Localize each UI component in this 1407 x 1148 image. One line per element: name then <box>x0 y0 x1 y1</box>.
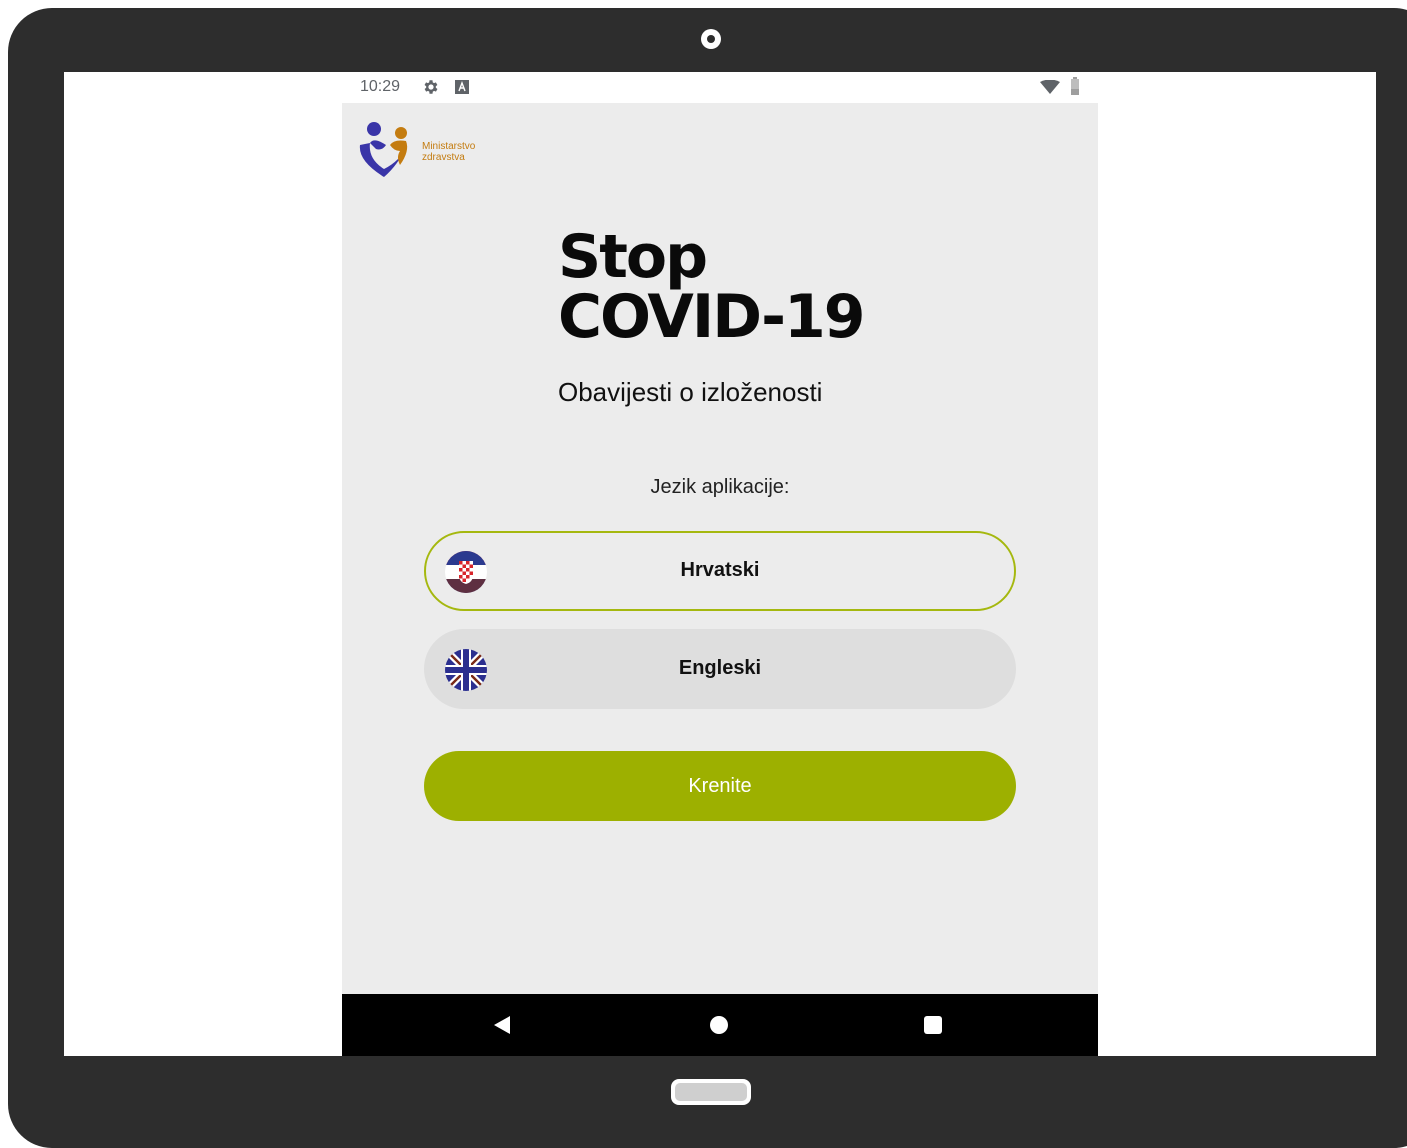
ministry-logo-icon <box>359 122 408 177</box>
app-title: Stop COVID-19 <box>558 222 866 352</box>
ministry-name-line1: Ministarstvo <box>422 141 476 152</box>
app-subtitle: Obavijesti o izloženosti <box>558 377 823 407</box>
camera-icon <box>701 29 721 49</box>
status-bar: 10:29 <box>342 72 1098 102</box>
recents-icon[interactable] <box>924 1016 942 1034</box>
language-option-hrvatski[interactable]: Hrvatski <box>424 531 1016 611</box>
settings-gear-icon <box>424 80 438 94</box>
ministry-name-line2: zdravstva <box>422 152 465 163</box>
home-icon[interactable] <box>710 1016 728 1034</box>
status-time: 10:29 <box>360 78 401 95</box>
battery-icon <box>1071 77 1079 95</box>
language-option-engleski[interactable]: Engleski <box>424 629 1016 709</box>
language-label: Jezik aplikacije: <box>650 476 790 498</box>
start-button[interactable]: Krenite <box>424 751 1016 821</box>
app-title-line1: Stop <box>558 222 708 292</box>
app-title-line2: COVID-19 <box>558 282 866 352</box>
language-option-label: Hrvatski <box>680 559 760 581</box>
back-icon[interactable] <box>492 1015 512 1035</box>
screen: 10:29 Ministarstvo zdravstva Stop COVID-… <box>64 72 1376 1056</box>
navigation-bar <box>342 994 1098 1056</box>
language-option-label: Engleski <box>678 657 762 679</box>
app-content: Ministarstvo zdravstva Stop COVID-19 Oba… <box>342 103 1098 994</box>
ministry-name: Ministarstvo zdravstva <box>422 141 475 163</box>
hardware-home-button[interactable] <box>671 1079 751 1105</box>
accessibility-a-icon <box>455 80 469 94</box>
wifi-icon <box>1040 80 1060 94</box>
